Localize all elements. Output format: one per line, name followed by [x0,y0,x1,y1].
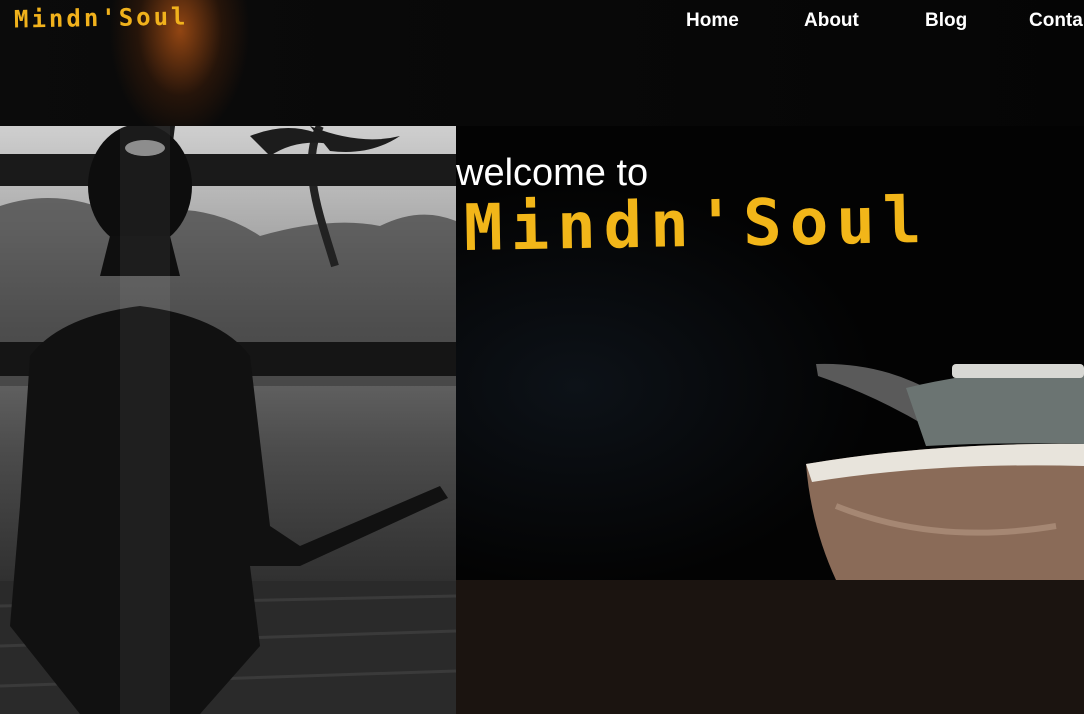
footer-band [456,580,1084,714]
meditation-illustration [0,126,456,714]
hero-section: welcome to Mindn'Soul [456,126,1084,580]
meditation-photo [0,126,456,714]
nav-contact-link[interactable]: Conta [1029,10,1083,32]
nav-home-link[interactable]: Home [686,10,739,32]
nav-about-link[interactable]: About [804,10,859,32]
site-header: Mindn'Soul Home About Blog Conta [0,0,1084,126]
hero-brand-title: Mindn'Soul [463,183,930,267]
main-nav: Home About Blog Conta [0,0,1084,42]
nav-blog-link[interactable]: Blog [925,10,967,32]
